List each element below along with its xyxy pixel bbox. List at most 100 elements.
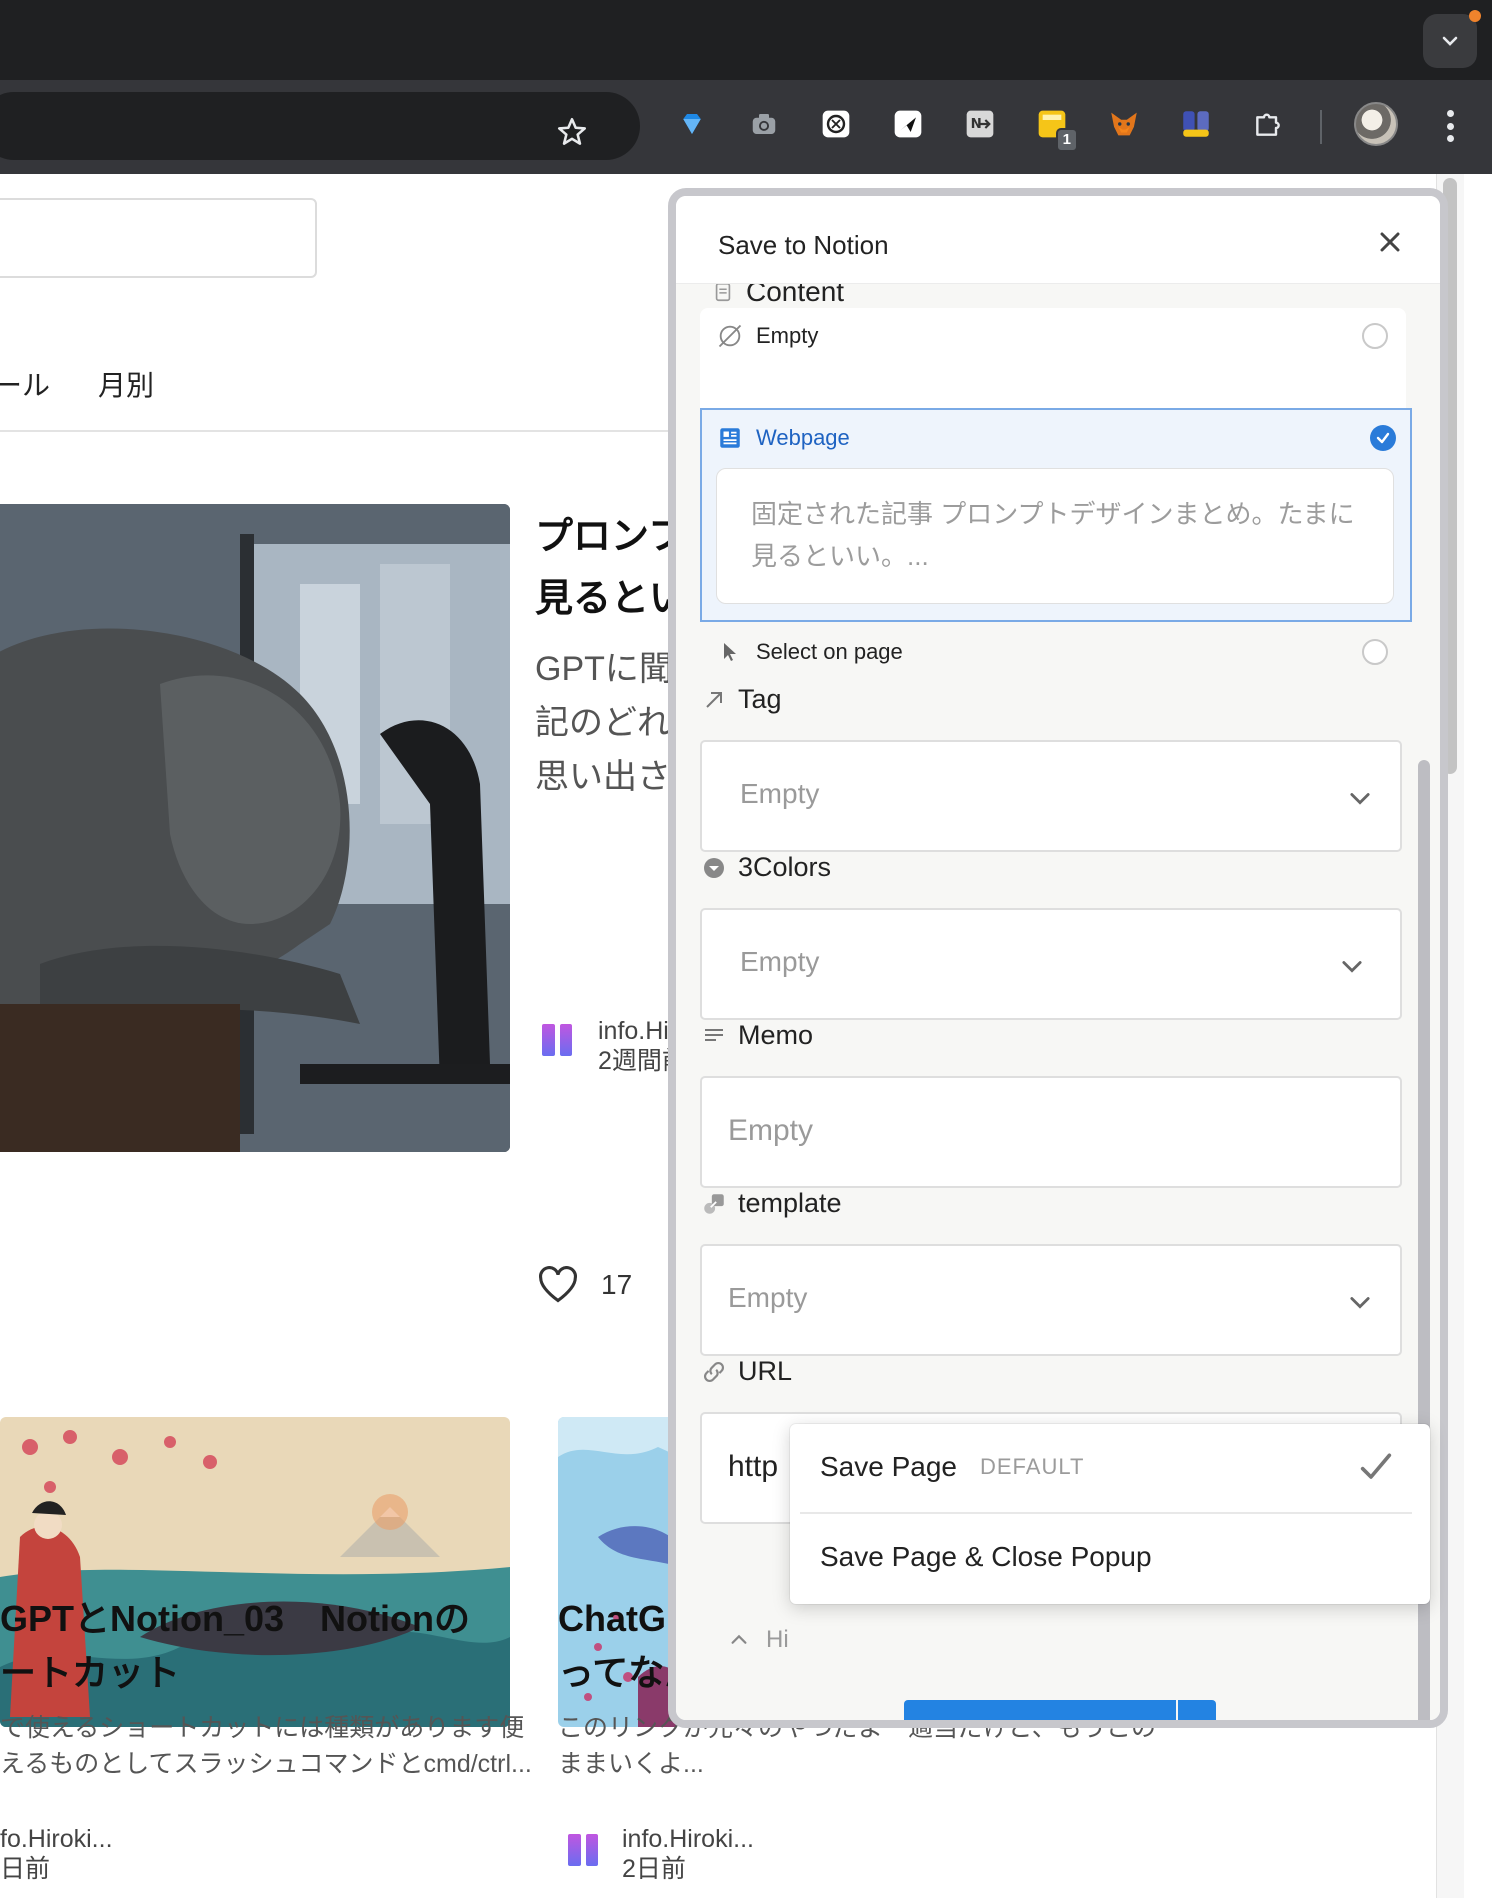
featured-article-title[interactable]: プロンフ 見るとい: [535, 506, 685, 630]
menu-item-save-and-close[interactable]: Save Page & Close Popup: [790, 1514, 1430, 1600]
close-icon[interactable]: [1374, 226, 1406, 258]
tag-placeholder: Empty: [740, 778, 820, 809]
content-option-webpage[interactable]: Webpage 固定された記事 プロンプトデザインまとめ。たまに見るといい。..…: [700, 408, 1412, 622]
field-label-text: Memo: [738, 1020, 814, 1050]
memo-placeholder: Empty: [728, 1114, 814, 1147]
save-options-menu: Save Page DEFAULT Save Page & Close Popu…: [790, 1424, 1430, 1604]
star-icon[interactable]: [550, 110, 594, 154]
notes-extension-icon[interactable]: 1: [1030, 102, 1078, 152]
webpage-option-row[interactable]: Webpage: [702, 410, 1408, 466]
article-title[interactable]: GPTとNotion_03 Notionの ートカット: [0, 1592, 470, 1700]
select-circle-icon: [700, 854, 728, 882]
hide-properties-toggle[interactable]: Hi: [728, 1626, 789, 1654]
url-value: http: [728, 1450, 779, 1483]
author-logo[interactable]: [542, 1024, 572, 1056]
camera-extension-icon[interactable]: [742, 102, 786, 146]
content-option-empty[interactable]: Empty: [700, 308, 1406, 364]
metamask-extension-icon[interactable]: [1102, 102, 1146, 146]
option-label: Select on page: [756, 639, 903, 664]
browser-toolbar: N 1: [0, 80, 1492, 174]
nav-divider: [0, 430, 680, 432]
field-label-text: 3Colors: [738, 852, 832, 882]
author-name[interactable]: info.Hiroki...: [622, 1824, 754, 1854]
radio-webpage-checked[interactable]: [1370, 425, 1396, 451]
save-options-toggle[interactable]: [1178, 1700, 1216, 1728]
address-bar[interactable]: [0, 92, 640, 160]
option-label: Webpage: [756, 425, 850, 450]
chevron-down-icon: [1342, 961, 1362, 973]
heart-icon[interactable]: [537, 1266, 579, 1304]
author-name[interactable]: fo.Hiroki...: [0, 1824, 113, 1854]
post-date: 日前: [0, 1855, 51, 1883]
nav-item[interactable]: ール: [0, 364, 50, 404]
colors-select[interactable]: Empty: [700, 908, 1402, 1020]
link-icon: [700, 1358, 728, 1386]
cursor-icon: [716, 638, 744, 666]
article-desc: で使えるショートカットには種類があります便 えるものとしてスラッシュコマンドとc…: [0, 1710, 532, 1782]
profile-avatar[interactable]: [1354, 102, 1398, 146]
arrow-up-right-icon: [700, 686, 728, 714]
browser-menu-icon[interactable]: [1440, 104, 1460, 148]
page-search-input[interactable]: [0, 198, 317, 278]
tab-search-button[interactable]: [1423, 10, 1481, 68]
relation-icon: [700, 1190, 728, 1218]
title-line: ってなん: [558, 1652, 680, 1693]
colors-field-label: 3Colors: [700, 852, 831, 883]
featured-article-image[interactable]: [0, 504, 510, 1152]
chevron-up-icon: [731, 1634, 747, 1644]
chevron-down-icon: [1350, 1297, 1370, 1309]
checkmark-icon: [1360, 1453, 1392, 1479]
empty-set-icon: [716, 322, 744, 350]
title-line: ChatGI: [558, 1598, 677, 1639]
url-field-label: URL: [700, 1356, 792, 1387]
chatgpt-extension-icon[interactable]: [814, 102, 858, 146]
like-row: 17: [537, 1266, 632, 1304]
chevron-down-icon: [1185, 1724, 1209, 1728]
popup-header: Save to Notion: [676, 196, 1440, 284]
chevron-down-icon: [1350, 793, 1370, 805]
chevron-down-icon: [1442, 36, 1458, 46]
featured-article-desc: GPTに聞 記のどれ 思い出さ: [535, 642, 680, 804]
template-select[interactable]: Empty: [700, 1244, 1402, 1356]
toolbar-separator: [1320, 110, 1322, 144]
title-line: ートカット: [0, 1652, 181, 1693]
notion-extension-icon[interactable]: N: [958, 102, 1002, 146]
desc-line: えるものとしてスラッシュコマンドとcmd/ctrl...: [0, 1750, 532, 1778]
desc-line: 思い出さ: [535, 758, 671, 796]
author-logo[interactable]: [568, 1834, 598, 1866]
menu-item-save-page[interactable]: Save Page DEFAULT: [790, 1424, 1430, 1510]
author-name[interactable]: info.Hir: [598, 1016, 677, 1046]
menu-item-label: Save Page & Close Popup: [820, 1541, 1152, 1572]
document-icon: [715, 282, 731, 302]
radio-select-on-page[interactable]: [1362, 639, 1388, 665]
tab-strip: [0, 0, 1492, 80]
template-placeholder: Empty: [728, 1282, 808, 1313]
colors-placeholder: Empty: [740, 946, 820, 977]
send-extension-icon[interactable]: [886, 102, 930, 146]
menu-item-label: Save Page: [820, 1451, 957, 1482]
save-page-button[interactable]: Save Page: [904, 1700, 1176, 1720]
webpage-preview-text[interactable]: 固定された記事 プロンプトデザインまとめ。たまに見るといい。...: [716, 468, 1394, 604]
extension-badge: 1: [1055, 128, 1078, 152]
memo-field-label: Memo: [700, 1020, 813, 1051]
people-extension-icon[interactable]: [1174, 102, 1218, 146]
field-label-text: URL: [738, 1356, 793, 1386]
article-title[interactable]: ChatGI ってなん: [558, 1592, 680, 1700]
gem-extension-icon[interactable]: [670, 102, 714, 146]
default-tag: DEFAULT: [980, 1454, 1085, 1479]
radio-empty[interactable]: [1362, 323, 1388, 349]
nav-item-monthly[interactable]: 月別: [98, 364, 154, 404]
desc-line: 記のどれ: [535, 704, 671, 742]
content-option-select-on-page[interactable]: Select on page: [700, 624, 1406, 680]
tag-select[interactable]: Empty: [700, 740, 1402, 852]
like-count: 17: [601, 1269, 633, 1300]
puzzle-extensions-icon[interactable]: [1246, 102, 1290, 146]
template-field-label: template: [700, 1188, 842, 1219]
tag-field-label: Tag: [700, 684, 782, 715]
desc-line: GPTに聞: [535, 650, 673, 688]
memo-input[interactable]: Empty: [700, 1076, 1402, 1188]
field-label-text: template: [738, 1188, 842, 1218]
desc-line: ままいくよ...: [558, 1750, 704, 1778]
desc-line: で使えるショートカットには種類があります便: [0, 1714, 525, 1742]
title-line: プロンフ: [535, 516, 685, 558]
